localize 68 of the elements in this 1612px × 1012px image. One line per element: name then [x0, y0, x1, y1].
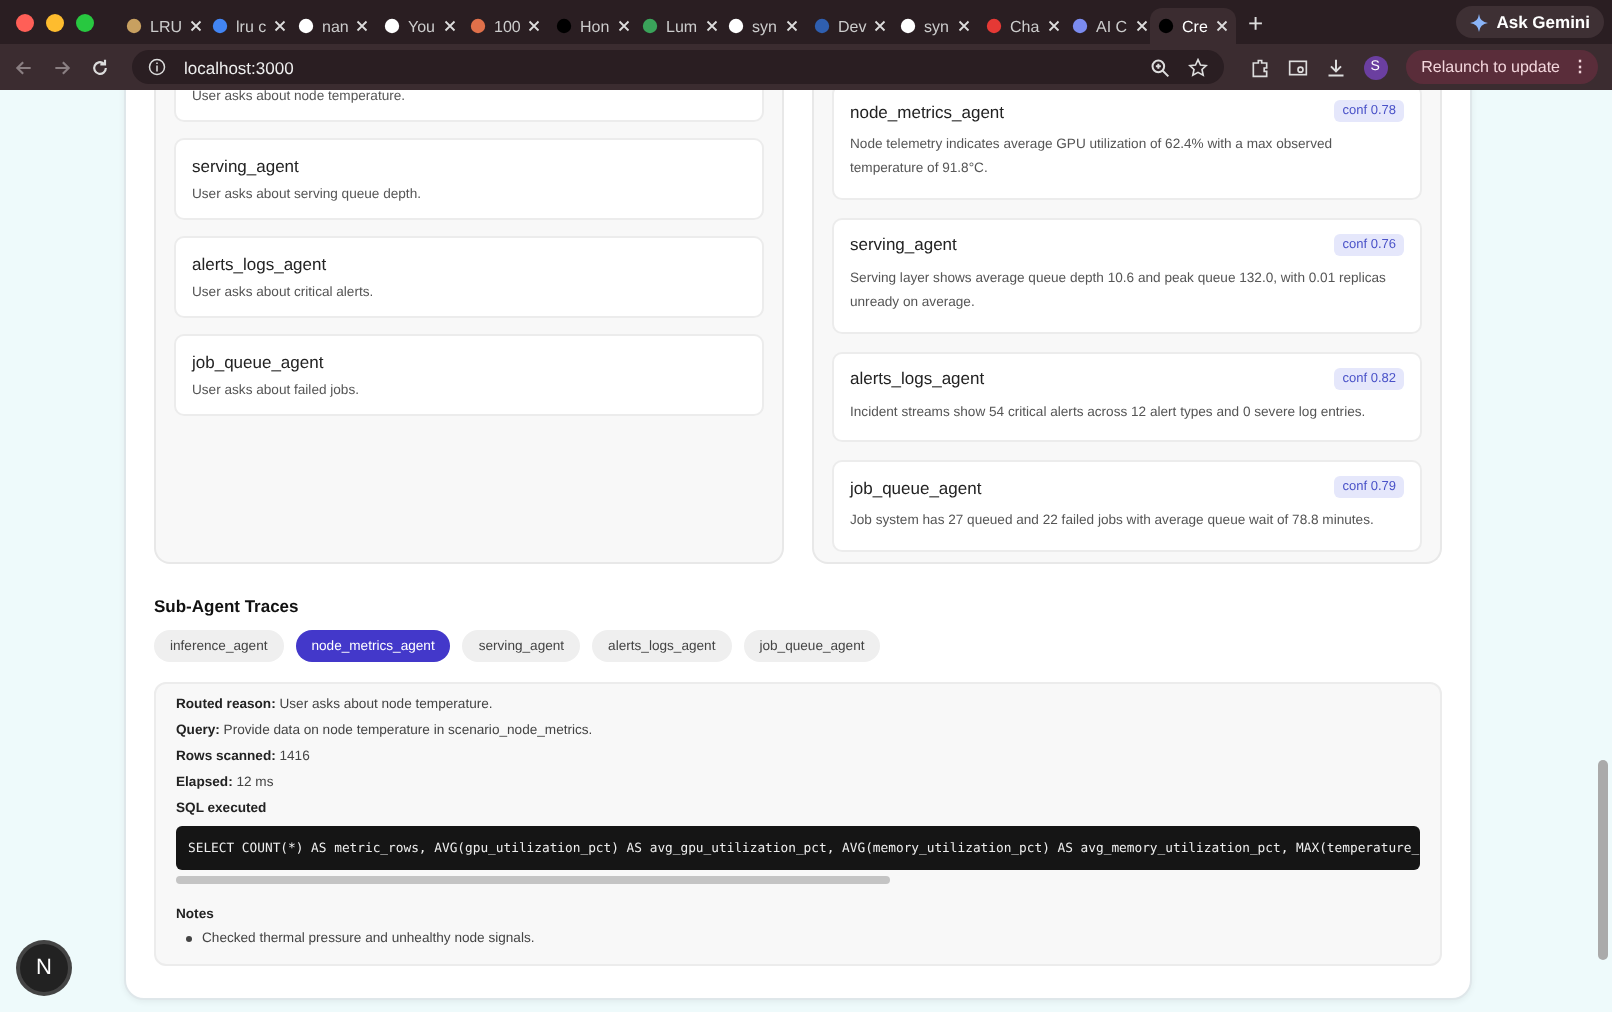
- favicon-icon: [556, 18, 572, 34]
- info-icon[interactable]: [148, 58, 166, 76]
- browser-tab[interactable]: Lum: [634, 8, 720, 44]
- back-icon[interactable]: [14, 57, 34, 77]
- download-icon[interactable]: [1325, 57, 1346, 77]
- favicon-icon: [642, 18, 658, 34]
- favicon-icon: [986, 18, 1002, 34]
- browser-tab[interactable]: syn: [720, 8, 806, 44]
- favicon-icon: [728, 18, 744, 34]
- close-icon[interactable]: [705, 20, 718, 32]
- relaunch-button[interactable]: Relaunch to update ⋮: [1405, 50, 1598, 84]
- browser-tab[interactable]: LRU: [118, 8, 204, 44]
- favicon-icon: [470, 18, 486, 34]
- browser-tab[interactable]: syn: [892, 8, 978, 44]
- agent-name: serving_agent: [850, 234, 957, 255]
- dev-tools-badge[interactable]: N: [20, 944, 68, 992]
- browser-tab[interactable]: 100: [462, 8, 548, 44]
- scrollbar-thumb[interactable]: [1598, 760, 1608, 960]
- maximize-window-icon[interactable]: [76, 13, 94, 31]
- star-icon[interactable]: [1187, 57, 1208, 77]
- favicon-icon: [1158, 18, 1174, 34]
- agent-name: alerts_logs_agent: [850, 368, 985, 389]
- close-icon[interactable]: [190, 20, 203, 32]
- favicon-icon: [814, 18, 830, 34]
- close-icon[interactable]: [1047, 20, 1060, 32]
- close-icon[interactable]: [1135, 20, 1148, 32]
- agent-name: job_queue_agent: [192, 352, 326, 372]
- favicon-icon: [900, 18, 916, 34]
- agent-name: node_metrics_agent: [850, 101, 1005, 121]
- zoom-icon[interactable]: [1149, 57, 1170, 77]
- agent-name: serving_agent: [192, 156, 301, 176]
- close-icon[interactable]: [356, 20, 369, 32]
- favicon-icon: [298, 18, 314, 34]
- ask-gemini-button[interactable]: Ask Gemini: [1456, 6, 1604, 38]
- puzzle-icon[interactable]: [1249, 57, 1270, 77]
- favicon-icon: [384, 18, 400, 34]
- close-icon[interactable]: [274, 20, 287, 32]
- close-window-icon[interactable]: [16, 13, 34, 31]
- browser-tab[interactable]: lru c: [204, 8, 290, 44]
- close-icon[interactable]: [874, 20, 887, 32]
- tab-search-icon[interactable]: [1287, 57, 1308, 77]
- scrollbar-thumb[interactable]: [176, 876, 890, 884]
- sparkle-icon: [1470, 13, 1489, 31]
- close-icon[interactable]: [786, 20, 798, 32]
- browser-tab[interactable]: Cre: [1150, 8, 1236, 44]
- address-bar[interactable]: localhost:3000: [132, 50, 1224, 84]
- favicon-icon: [212, 18, 228, 34]
- bullet-icon: [186, 936, 192, 942]
- agent-name: alerts_logs_agent: [192, 254, 329, 274]
- minimize-window-icon[interactable]: [46, 13, 64, 31]
- close-icon[interactable]: [617, 20, 630, 32]
- browser-tab[interactable]: AI C: [1064, 8, 1150, 44]
- favicon-icon: [1072, 18, 1088, 34]
- close-icon[interactable]: [443, 20, 455, 32]
- favicon-icon: [126, 18, 142, 34]
- browser-tab[interactable]: You: [376, 8, 462, 44]
- forward-icon[interactable]: [52, 57, 72, 77]
- close-icon[interactable]: [528, 20, 541, 32]
- section-title: Sub-Agent Traces: [154, 596, 301, 616]
- browser-tab[interactable]: Cha: [978, 8, 1064, 44]
- browser-tab[interactable]: Hon: [548, 8, 634, 44]
- close-icon[interactable]: [1216, 20, 1228, 32]
- new-tab-button[interactable]: +: [1236, 7, 1276, 37]
- browser-tab[interactable]: nan: [290, 8, 376, 44]
- browser-tab[interactable]: Dev: [806, 8, 892, 44]
- reload-icon[interactable]: [90, 57, 110, 77]
- close-icon[interactable]: [958, 20, 970, 32]
- agent-name: job_queue_agent: [850, 477, 982, 498]
